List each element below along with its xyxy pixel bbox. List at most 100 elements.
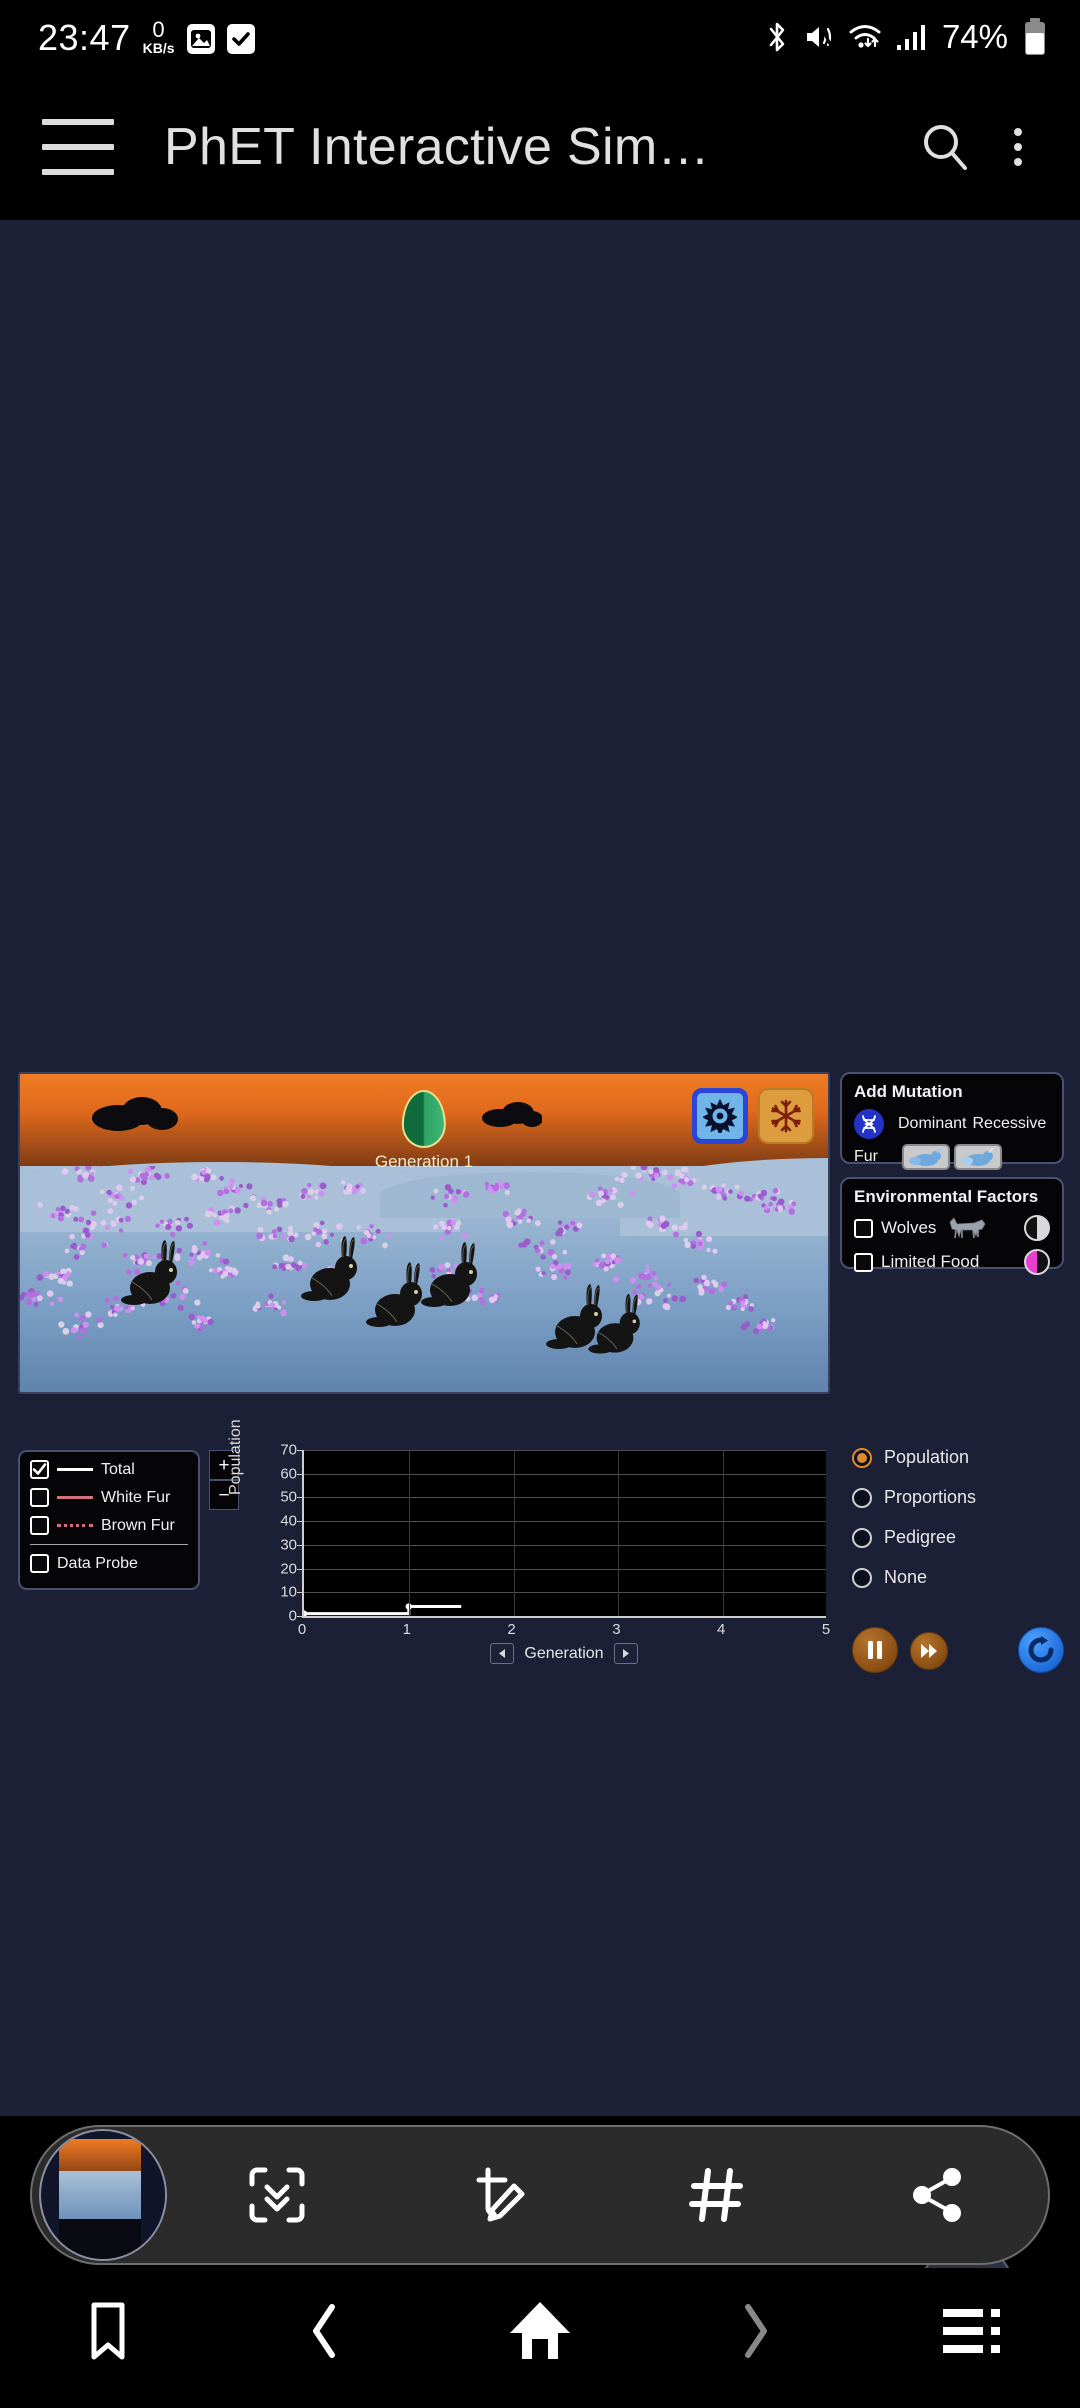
battery-icon <box>1022 17 1048 57</box>
snowflake-icon[interactable] <box>758 1088 814 1144</box>
x-axis-tick: 0 <box>298 1621 306 1638</box>
generation-next-button[interactable] <box>614 1643 638 1664</box>
legend-item-data-probe[interactable]: Data Probe <box>30 1554 188 1573</box>
forward-icon[interactable] <box>648 2286 864 2376</box>
gridline <box>304 1521 826 1522</box>
environmental-factors-title: Environmental Factors <box>854 1187 1050 1207</box>
pause-icon[interactable] <box>852 1627 898 1673</box>
y-axis-tick: 60 <box>280 1465 297 1482</box>
plot-area[interactable]: 0 10 20 30 40 50 60 70 <box>302 1450 826 1616</box>
dna-icon <box>854 1109 884 1139</box>
tabs-menu-icon[interactable] <box>864 2286 1080 2376</box>
radio-none[interactable] <box>852 1568 872 1588</box>
gridline <box>723 1450 724 1616</box>
scroll-capture-icon[interactable] <box>167 2127 387 2263</box>
generation-prev-button[interactable] <box>490 1643 514 1664</box>
graph-mode-option-pedigree[interactable]: Pedigree <box>852 1527 1052 1548</box>
gridline <box>304 1545 826 1546</box>
home-icon[interactable] <box>432 2286 648 2376</box>
more-vertical-icon[interactable] <box>990 112 1046 182</box>
generation-label: Generation 1 <box>375 1152 473 1172</box>
back-icon[interactable] <box>216 2286 432 2376</box>
x-axis-tick: 4 <box>717 1621 725 1638</box>
share-icon[interactable] <box>828 2127 1048 2263</box>
graph-legend-panel: Total White Fur Brown Fur Data Probe <box>18 1450 200 1590</box>
y-axis-tick-mark <box>297 1521 304 1522</box>
radio-population[interactable] <box>852 1448 872 1468</box>
limited-food-pie-icon <box>1024 1249 1050 1275</box>
bookmark-icon[interactable] <box>0 2286 216 2376</box>
gridline <box>304 1592 826 1593</box>
graph-mode-label: Pedigree <box>884 1527 956 1548</box>
sun-icon[interactable] <box>692 1088 748 1144</box>
wolves-checkbox[interactable] <box>854 1219 873 1238</box>
gridline <box>409 1450 410 1616</box>
graph-mode-option-proportions[interactable]: Proportions <box>852 1487 1052 1508</box>
status-bar-right: 74% <box>764 17 1080 57</box>
white-fur-checkbox[interactable] <box>30 1488 49 1507</box>
x-axis-tick: 5 <box>822 1621 830 1638</box>
y-axis-tick: 30 <box>280 1536 297 1553</box>
fast-forward-icon[interactable] <box>910 1632 948 1670</box>
reset-icon[interactable] <box>1018 1627 1064 1673</box>
y-axis-tick: 70 <box>280 1442 297 1459</box>
legend-divider <box>30 1544 188 1545</box>
brown-fur-checkbox[interactable] <box>30 1516 49 1535</box>
gridline <box>304 1474 826 1475</box>
x-axis-tick: 2 <box>507 1621 515 1638</box>
mutation-row-label: Fur <box>854 1148 898 1166</box>
total-checkbox[interactable] <box>30 1460 49 1479</box>
graph-mode-radio-group: Population Proportions Pedigree None <box>852 1447 1052 1607</box>
generation-badge: Generation 1 <box>375 1090 473 1172</box>
limited-food-label: Limited Food <box>881 1252 979 1272</box>
plot-svg <box>304 1450 828 1616</box>
rabbit-icon <box>121 1240 177 1305</box>
rabbit-icon <box>366 1262 422 1327</box>
legend-item-white-fur[interactable]: White Fur <box>30 1488 188 1507</box>
y-axis-tick-mark <box>297 1592 304 1593</box>
mutation-header-row: Dominant Recessive <box>854 1109 1050 1139</box>
network-speed-unit: KB/s <box>143 41 175 55</box>
data-probe-checkbox[interactable] <box>30 1554 49 1573</box>
mutation-row-fur: Fur <box>854 1144 1050 1170</box>
graph-mode-option-none[interactable]: None <box>852 1567 1052 1588</box>
playback-controls <box>852 1627 1064 1677</box>
edit-icon[interactable] <box>387 2127 607 2263</box>
white-fur-line-swatch <box>57 1496 93 1499</box>
gallery-icon <box>187 24 215 54</box>
mute-icon <box>804 22 834 52</box>
graph-mode-option-population[interactable]: Population <box>852 1447 1052 1468</box>
legend-item-total[interactable]: Total <box>30 1460 188 1479</box>
y-axis-tick: 50 <box>280 1489 297 1506</box>
climate-toggle-group <box>692 1088 814 1144</box>
white-fur-rabbit-icon[interactable] <box>954 1144 1002 1170</box>
y-axis-tick-mark <box>297 1450 304 1451</box>
hamburger-icon[interactable] <box>42 119 114 175</box>
brown-fur-rabbit-icon[interactable] <box>902 1144 950 1170</box>
env-factor-wolves[interactable]: Wolves <box>854 1215 1050 1241</box>
checkmark-icon <box>227 24 255 54</box>
status-bar: 23:47 0 KB/s 74% <box>0 0 1080 74</box>
radio-proportions[interactable] <box>852 1488 872 1508</box>
environmental-factors-panel: Environmental Factors Wolves Limited Foo… <box>840 1177 1064 1269</box>
rabbit-icon <box>421 1242 477 1307</box>
phet-simulation: Generation 1 Add Mutation Dominant Reces… <box>0 1057 1080 1847</box>
y-axis-tick: 0 <box>289 1608 297 1625</box>
env-factor-limited-food[interactable]: Limited Food <box>854 1249 1050 1275</box>
limited-food-checkbox[interactable] <box>854 1253 873 1272</box>
environment-panel[interactable]: Generation 1 <box>18 1072 830 1394</box>
radio-pedigree[interactable] <box>852 1528 872 1548</box>
cloud-icon <box>480 1098 542 1128</box>
search-icon[interactable] <box>910 112 980 182</box>
cloud-icon <box>90 1094 180 1132</box>
brown-fur-label: Brown Fur <box>101 1517 175 1535</box>
mutation-col-dominant: Dominant <box>898 1115 966 1133</box>
screenshot-thumbnail[interactable] <box>39 2129 167 2261</box>
gridline <box>514 1450 515 1616</box>
legend-item-brown-fur[interactable]: Brown Fur <box>30 1516 188 1535</box>
brown-fur-line-swatch <box>57 1524 93 1527</box>
graph-mode-label: Population <box>884 1447 969 1468</box>
wolves-pie-icon <box>1024 1215 1050 1241</box>
gridline <box>304 1569 826 1570</box>
tag-icon[interactable] <box>608 2127 828 2263</box>
